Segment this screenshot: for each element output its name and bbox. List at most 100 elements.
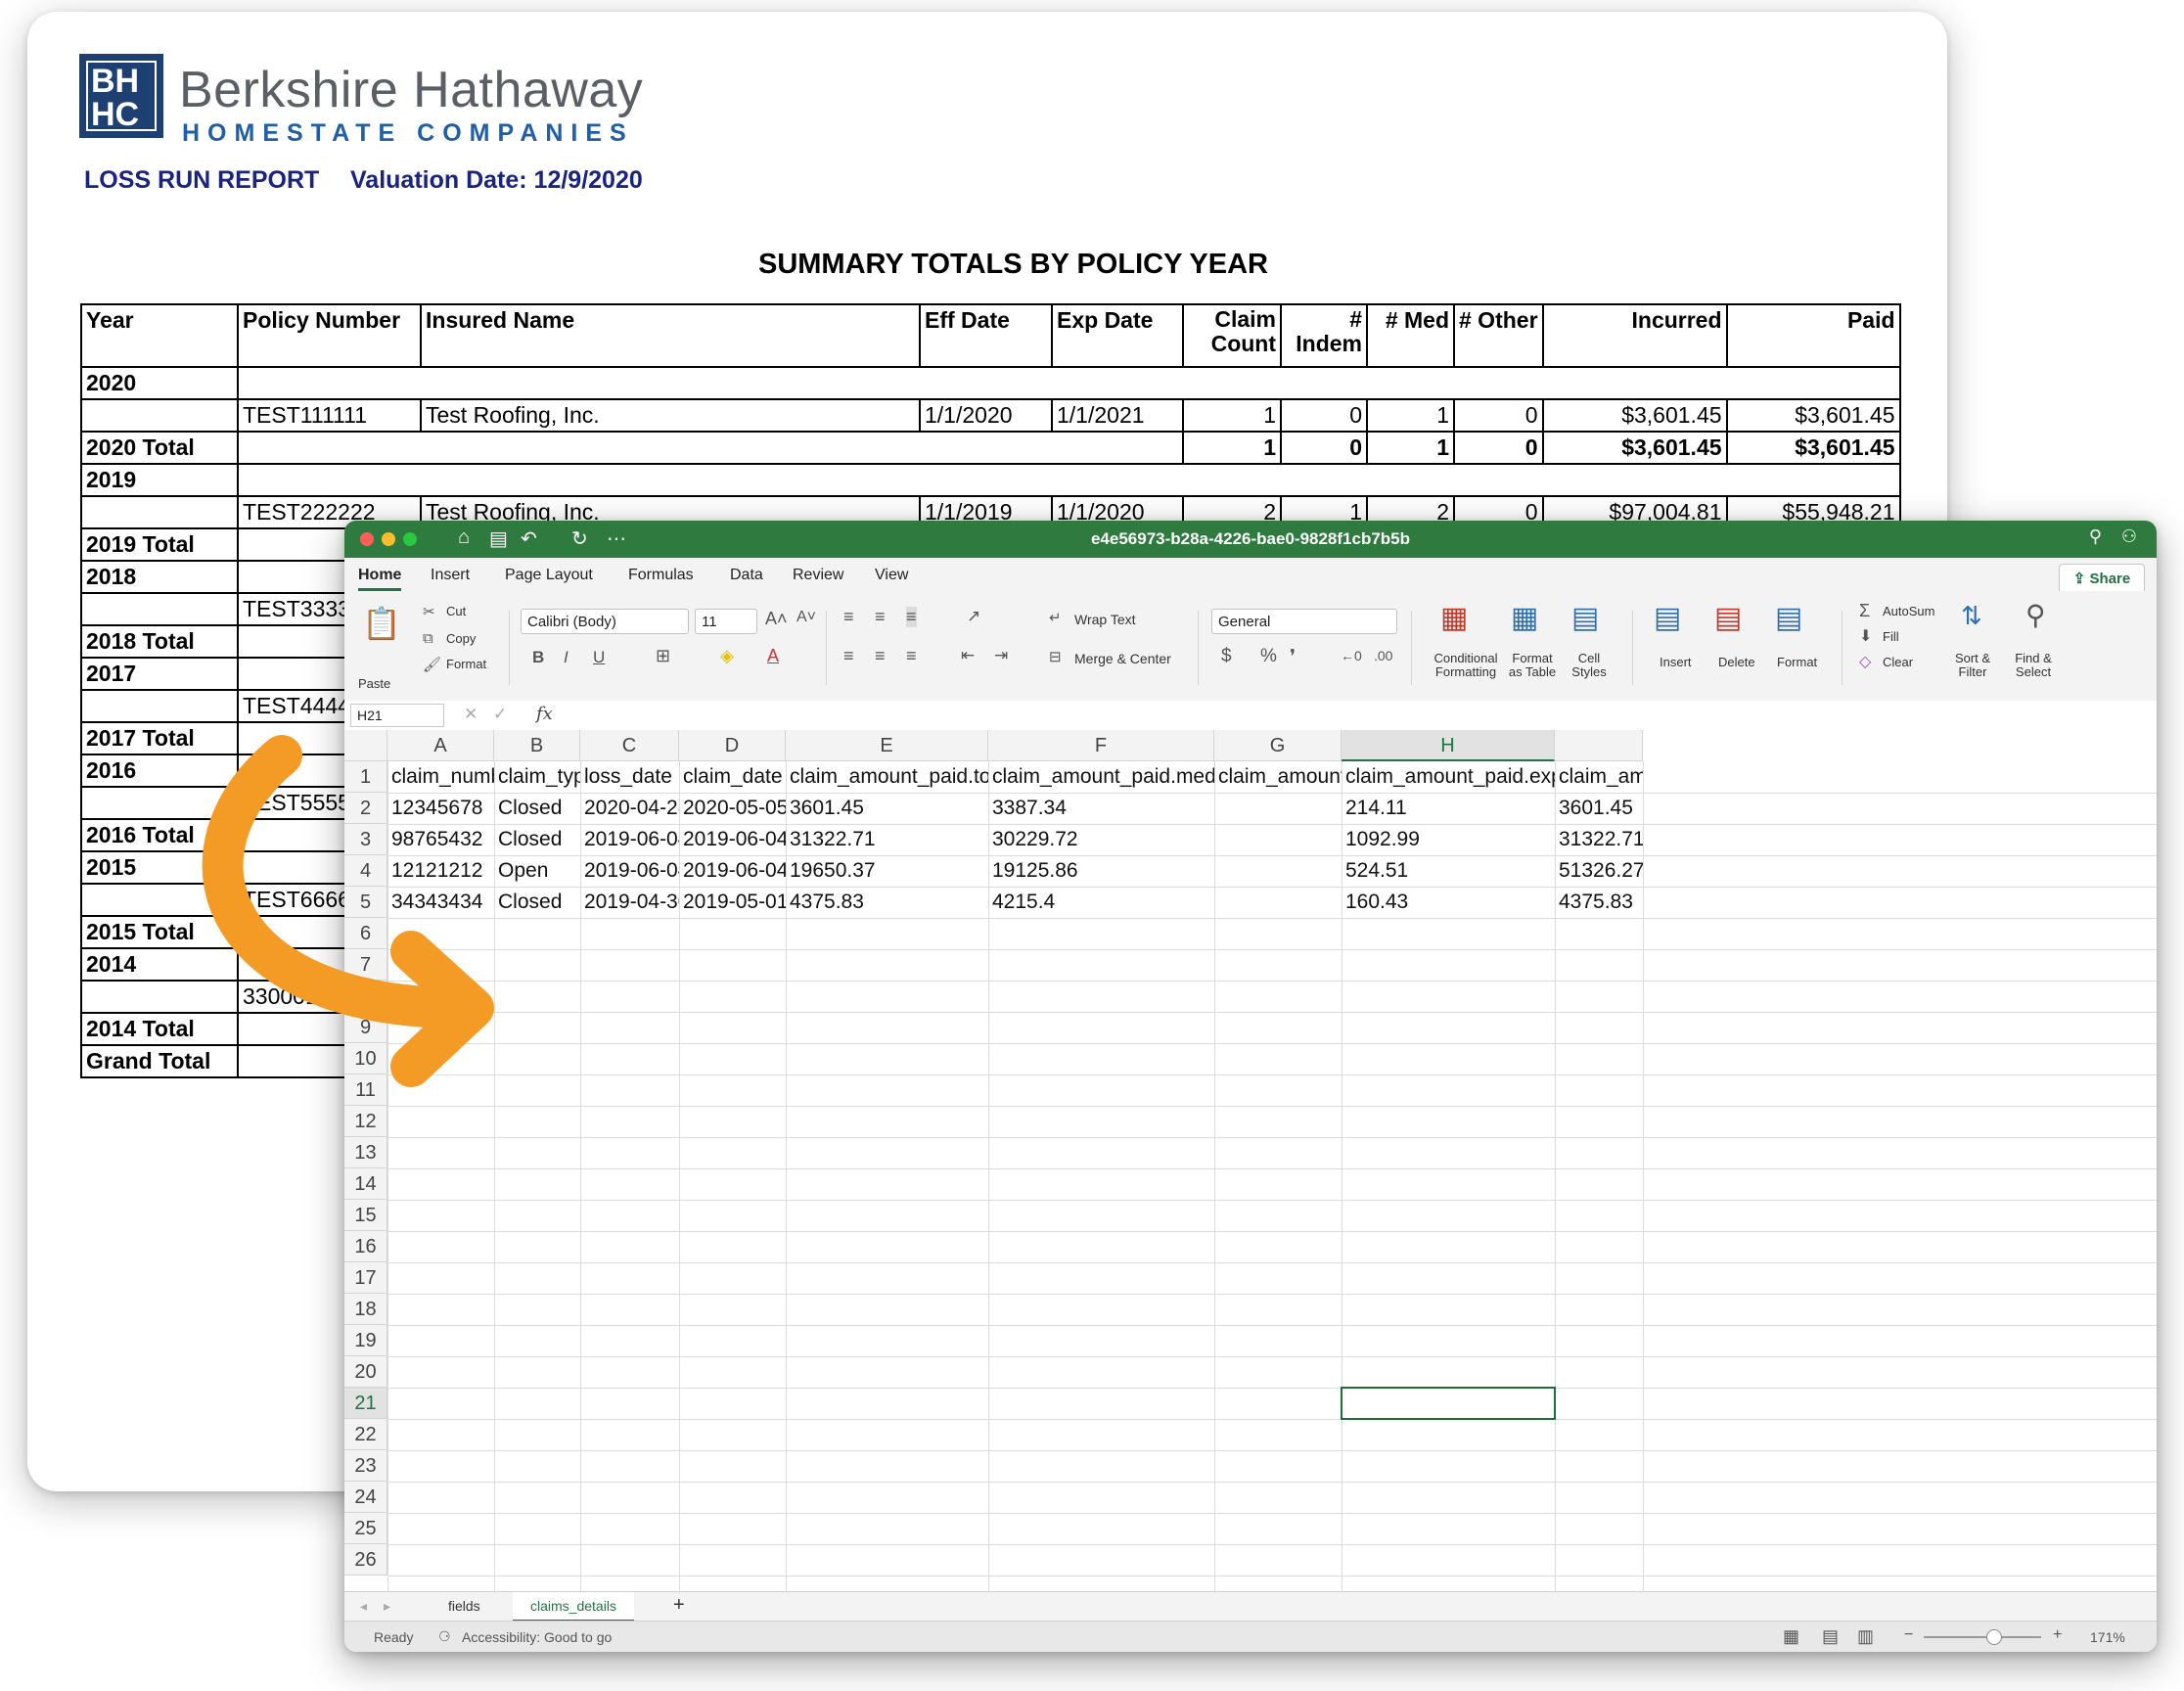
row-header-8[interactable]: 8 [344,981,387,1012]
zoom-out-button[interactable]: − [1904,1626,1913,1644]
fill-color-icon[interactable]: ◈ [720,646,734,666]
cell[interactable]: 2019-06-04 [580,824,679,855]
currency-icon[interactable]: $ [1221,646,1232,667]
clear-button[interactable]: Clear [1883,656,1913,669]
cell[interactable]: 51326.27 [1555,855,1643,887]
zoom-slider-thumb[interactable] [1986,1629,2002,1645]
row-header-23[interactable]: 23 [344,1450,387,1482]
cell[interactable]: Closed [494,887,580,918]
row-header-15[interactable]: 15 [344,1200,387,1231]
align-middle-icon[interactable]: ≡ [875,607,886,627]
account-icon[interactable]: ⚇ [2121,526,2137,547]
decrease-decimal-icon[interactable]: .00 [1374,648,1392,663]
format-painter-icon[interactable]: 🖌 [423,656,441,673]
cell[interactable]: 2020-05-05 [679,793,786,824]
format-painter-button[interactable]: Format [446,658,486,671]
tab-insert[interactable]: Insert [431,567,470,584]
cell[interactable]: loss_date [580,761,679,793]
tab-page-layout[interactable]: Page Layout [505,567,593,584]
wrap-text-icon[interactable]: ↵ [1049,609,1062,626]
column-header-i[interactable] [1555,730,1643,761]
cell[interactable]: 160.43 [1342,887,1555,918]
clear-icon[interactable]: ◇ [1859,652,1871,671]
cell[interactable]: 31322.71 [786,824,988,855]
copy-icon[interactable]: ⧉ [423,630,433,647]
sort-filter-button[interactable]: Sort & Filter [1949,652,1996,679]
cell[interactable]: 1092.99 [1342,824,1555,855]
cell[interactable]: claim_amount_incurred.total ($) [1555,761,1643,793]
comma-icon[interactable]: ❜ [1290,646,1296,668]
autosum-icon[interactable]: Σ [1859,601,1870,621]
row-header-21[interactable]: 21 [344,1388,387,1419]
cell[interactable] [1214,855,1342,887]
underline-button[interactable]: U [593,648,605,667]
cell[interactable]: 34343434 [387,887,494,918]
row-header-6[interactable]: 6 [344,918,387,949]
cell[interactable]: claim_amount_paid.indemnity ($) [1214,761,1342,793]
selected-cell-h21[interactable] [1341,1387,1556,1420]
cell[interactable]: 98765432 [387,824,494,855]
row-header-19[interactable]: 19 [344,1325,387,1356]
zoom-in-button[interactable]: + [2053,1626,2062,1644]
cell[interactable]: 31322.71 [1555,824,1643,855]
prev-sheet-icon[interactable]: ◂ [360,1598,367,1615]
row-header-24[interactable]: 24 [344,1482,387,1513]
format-cells-button[interactable]: Format [1777,656,1817,669]
format-as-table-icon[interactable]: ▦ [1511,601,1538,635]
cell[interactable]: 30229.72 [988,824,1214,855]
cell[interactable] [1214,793,1342,824]
italic-button[interactable]: I [564,648,569,667]
cell[interactable]: Open [494,855,580,887]
row-header-11[interactable]: 11 [344,1074,387,1106]
number-format-select[interactable]: General [1211,609,1397,634]
page-layout-view-icon[interactable]: ▤ [1822,1626,1839,1647]
format-cells-icon[interactable]: ▤ [1775,601,1802,635]
wrap-text-button[interactable]: Wrap Text [1074,613,1136,626]
add-sheet-button[interactable]: + [673,1594,685,1617]
row-header-18[interactable]: 18 [344,1294,387,1325]
cell[interactable]: 4375.83 [786,887,988,918]
cell[interactable]: 2019-06-04 [580,855,679,887]
cell[interactable]: 3601.45 [1555,793,1643,824]
row-header-10[interactable]: 10 [344,1043,387,1074]
row-header-5[interactable]: 5 [344,887,387,918]
align-center-icon[interactable]: ≡ [875,646,886,666]
accessibility-icon[interactable]: ⚆ [438,1628,451,1645]
autosum-button[interactable]: AutoSum [1883,605,1934,618]
row-header-1[interactable]: 1 [344,761,387,793]
sheet-tab-fields[interactable]: fields [448,1598,480,1614]
column-header-f[interactable]: F [988,730,1214,761]
cell[interactable]: 214.11 [1342,793,1555,824]
font-size-select[interactable]: 11 [695,609,757,634]
cell[interactable]: Closed [494,793,580,824]
sort-filter-icon[interactable]: ⇅ [1961,601,1982,631]
tab-home[interactable]: Home [358,567,402,591]
align-left-icon[interactable]: ≡ [843,646,854,666]
column-header-d[interactable]: D [679,730,786,761]
cell[interactable]: 4375.83 [1555,887,1643,918]
cell[interactable]: 3387.34 [988,793,1214,824]
row-header-13[interactable]: 13 [344,1137,387,1168]
cell[interactable]: Closed [494,824,580,855]
cell[interactable]: 12121212 [387,855,494,887]
column-header-a[interactable]: A [387,730,494,761]
sheet-tab-claims-details[interactable]: claims_details [513,1592,634,1622]
spreadsheet-grid[interactable]: ABCDEFGH 1 2 3 4 5 6 7 8 9 10 11 12 13 14 15 16 17 18 19 20… [344,730,2157,1591]
cell[interactable]: 2019-06-04 [679,824,786,855]
increase-indent-icon[interactable]: ⇥ [994,646,1008,665]
conditional-formatting-button[interactable]: Conditional Formatting [1429,652,1503,679]
row-header-2[interactable]: 2 [344,793,387,824]
cell[interactable] [1214,887,1342,918]
row-header-4[interactable]: 4 [344,855,387,887]
align-right-icon[interactable]: ≡ [906,646,917,666]
decrease-font-icon[interactable]: A˅ [796,609,816,626]
fill-icon[interactable]: ⬇ [1859,626,1872,646]
page-break-view-icon[interactable]: ▥ [1857,1626,1874,1647]
next-sheet-icon[interactable]: ▸ [384,1598,390,1615]
row-header-9[interactable]: 9 [344,1012,387,1043]
find-select-icon[interactable]: ⚲ [2025,599,2046,631]
align-bottom-icon[interactable]: ≡ [906,607,917,627]
fx-icon[interactable]: fx [536,704,553,724]
conditional-formatting-icon[interactable]: ▦ [1440,601,1468,635]
increase-decimal-icon[interactable]: ←0 [1341,648,1362,663]
